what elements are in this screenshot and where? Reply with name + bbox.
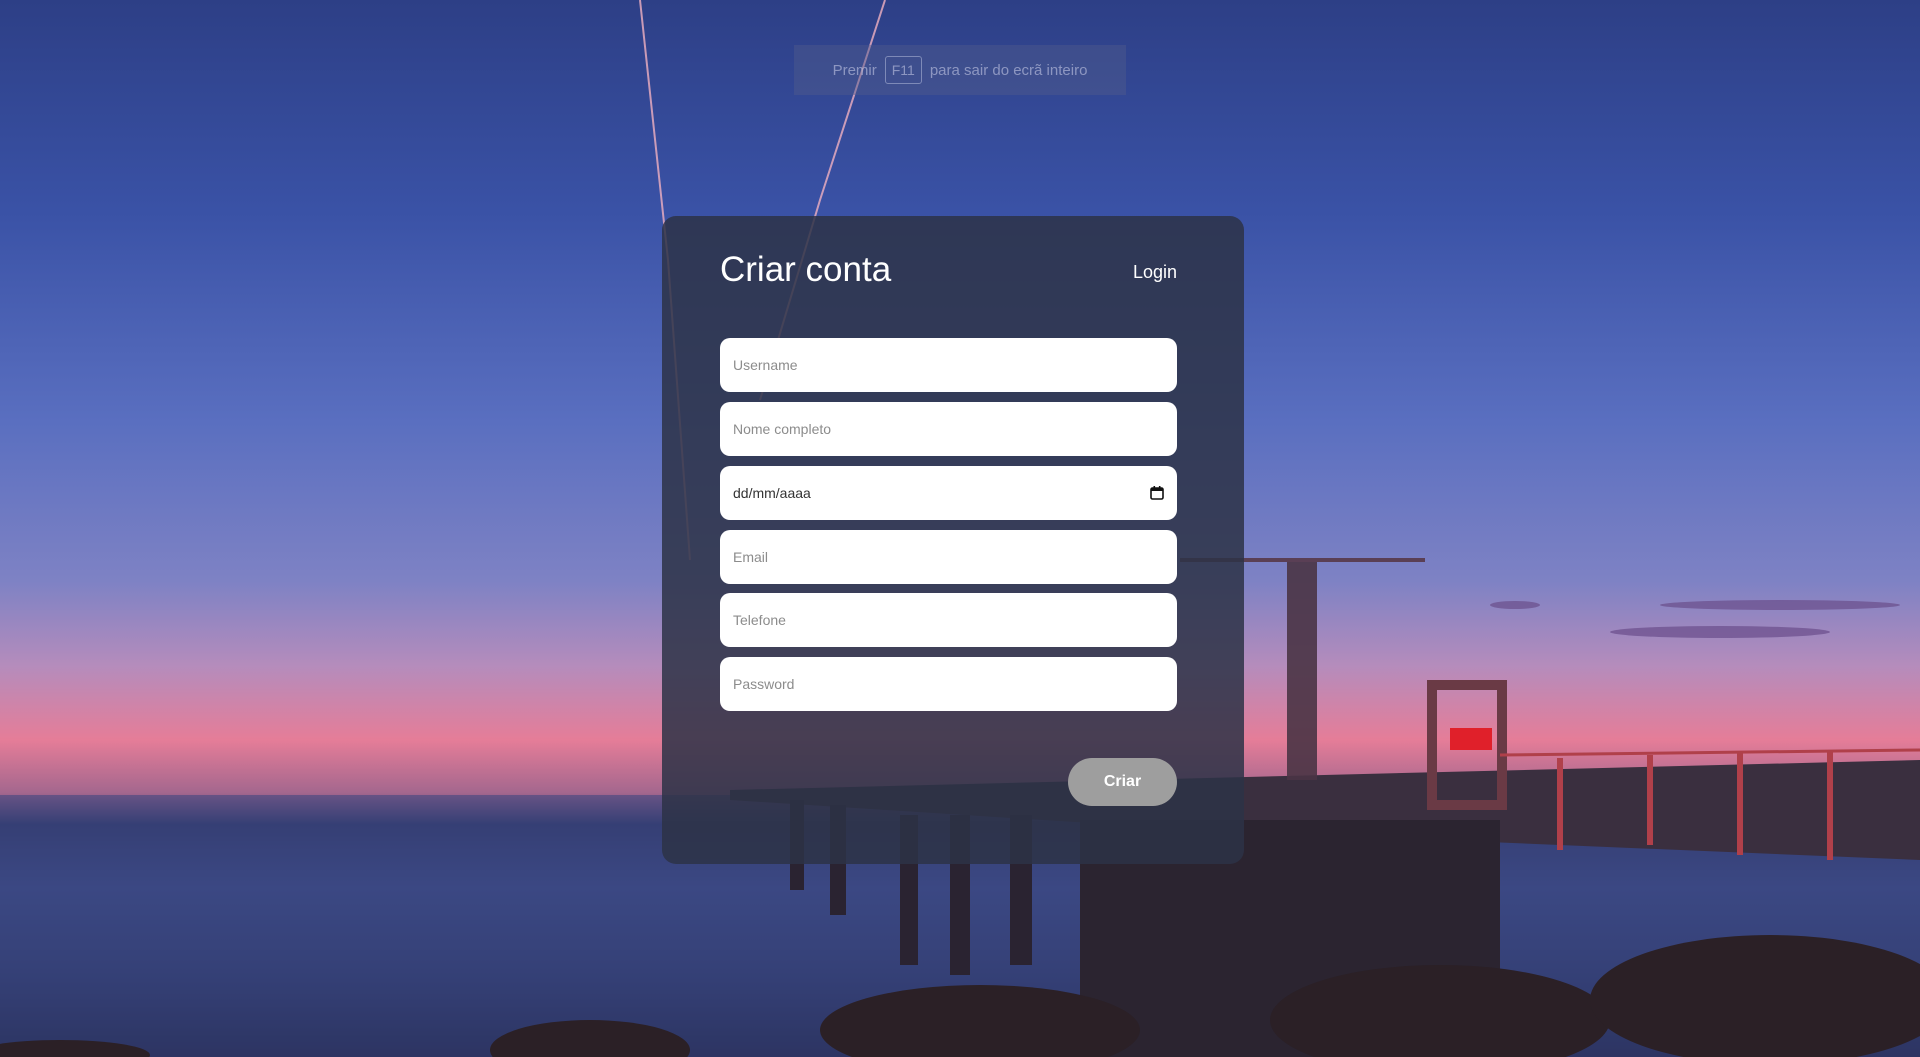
- hint-suffix: para sair do ecrã inteiro: [929, 61, 1088, 79]
- password-field[interactable]: [720, 657, 1177, 711]
- birthdate-field[interactable]: dd/mm/aaaa: [720, 466, 1177, 520]
- hint-prefix: Premir: [832, 61, 877, 79]
- calendar-icon[interactable]: [1150, 486, 1164, 500]
- fullscreen-exit-hint: Premir F11 para sair do ecrã inteiro: [794, 45, 1126, 95]
- email-field[interactable]: [720, 530, 1177, 584]
- f11-key: F11: [884, 56, 922, 84]
- login-link[interactable]: Login: [1133, 262, 1177, 283]
- birthdate-value: dd/mm/aaaa: [733, 485, 811, 501]
- page-title: Criar conta: [720, 250, 892, 289]
- create-account-button[interactable]: Criar: [1068, 758, 1177, 806]
- fullname-field[interactable]: [720, 402, 1177, 456]
- phone-field[interactable]: [720, 593, 1177, 647]
- username-field[interactable]: [720, 338, 1177, 392]
- signup-card: Criar conta Login dd/mm/aaaa Criar: [662, 216, 1244, 864]
